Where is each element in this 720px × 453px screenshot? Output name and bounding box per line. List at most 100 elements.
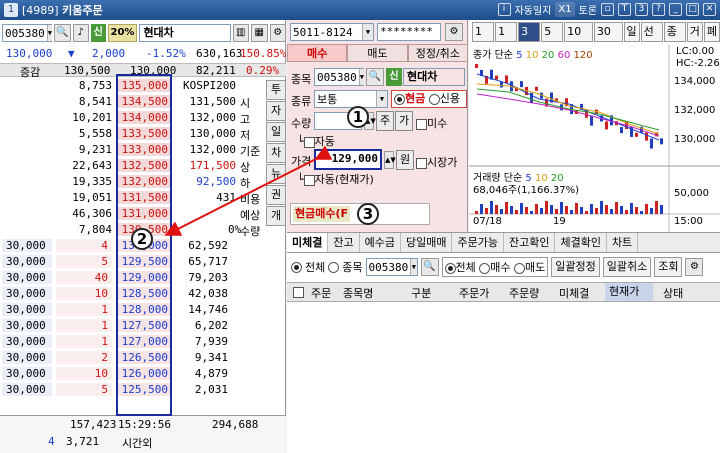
chart-interval-button[interactable]: 종1: [663, 22, 686, 56]
price-summary: 130,000 ▼ 2,000 -1.52% 630,163 150.85%: [0, 46, 286, 62]
window-icon[interactable]: ▫: [601, 3, 614, 16]
bottom-tab[interactable]: 주문가능: [452, 233, 504, 252]
settings-icon[interactable]: ⚙: [445, 23, 463, 41]
volume-bar: [510, 206, 513, 214]
settings-icon[interactable]: ⚙: [269, 24, 287, 42]
three-button[interactable]: 3: [635, 3, 648, 16]
bid-mod-qty: 2: [56, 351, 112, 364]
bulk-modify-button[interactable]: 일괄정정: [551, 257, 600, 277]
hc-label: HC:-2.26: [676, 58, 720, 69]
misu-checkbox[interactable]: [416, 118, 427, 130]
info-icon[interactable]: i: [497, 3, 511, 16]
settings-icon[interactable]: ⚙: [685, 258, 704, 276]
candle: [660, 138, 663, 145]
candle: [605, 121, 608, 130]
bottom-tab[interactable]: 체결확인: [555, 233, 607, 252]
speaker-icon[interactable]: ♪: [72, 24, 89, 42]
market-checkbox[interactable]: [416, 157, 427, 169]
x1-button[interactable]: X1: [555, 2, 575, 17]
auto-checkbox[interactable]: [303, 136, 315, 148]
buy-radio[interactable]: [479, 262, 491, 274]
filter-code-combo[interactable]: 005380 ▼: [365, 258, 418, 276]
col-type: 구분: [411, 287, 432, 300]
volume-bar: [495, 205, 498, 214]
side-tab[interactable]: 투: [266, 80, 286, 100]
chart-interval-button[interactable]: 1틱: [472, 22, 495, 56]
price-unit-button[interactable]: 원: [396, 150, 414, 170]
side-tab[interactable]: 개: [266, 206, 286, 226]
tab-modify[interactable]: 정정/취소: [407, 44, 468, 62]
chart-tool-button[interactable]: 폐: [703, 22, 720, 42]
all2-radio[interactable]: [444, 262, 456, 274]
all-radio[interactable]: [291, 261, 302, 273]
chart-tool-button[interactable]: 거: [686, 22, 703, 42]
bottom-tab[interactable]: 예수금: [360, 233, 401, 252]
price-input[interactable]: 129,000: [314, 149, 382, 170]
order-code-combo[interactable]: 005380 ▼: [314, 68, 364, 86]
volume-bar: [545, 201, 548, 214]
chart-interval-button[interactable]: 3분: [518, 22, 541, 56]
bulk-cancel-button[interactable]: 일괄취소: [602, 257, 652, 277]
select-all-checkbox[interactable]: [293, 287, 304, 298]
minimize-icon[interactable]: _: [669, 3, 682, 16]
change-rate: -1.52%: [146, 47, 186, 60]
down-arrow-icon: ▼: [68, 47, 75, 60]
chart-icon[interactable]: ▥: [232, 24, 250, 42]
col-status: 상태: [663, 287, 684, 300]
side-tab[interactable]: 권: [266, 185, 286, 205]
qty-available-button[interactable]: 가: [395, 111, 413, 131]
t-button[interactable]: T: [618, 3, 631, 16]
info-label: 하: [240, 177, 251, 190]
order-type-combo[interactable]: 보통 ▼: [314, 90, 388, 108]
credit-radio[interactable]: [428, 93, 440, 105]
tab-buy[interactable]: 매수: [287, 44, 348, 62]
orderbook-footer: 157,423 15:29:56 294,688 4 3,721 시간외: [0, 415, 286, 453]
ask-qty: 8,753: [78, 79, 112, 92]
stock-radio[interactable]: [328, 261, 340, 273]
toron-link[interactable]: 토론: [579, 2, 597, 17]
bid-left-value: 30,000: [2, 335, 52, 348]
grid-icon[interactable]: ▦: [251, 24, 268, 42]
tab-sell[interactable]: 매도: [347, 44, 408, 62]
search-icon[interactable]: 🔍: [420, 258, 439, 276]
chart-interval-button[interactable]: 5분: [541, 22, 564, 56]
bottom-tab[interactable]: 잔고: [328, 233, 360, 252]
maximize-icon[interactable]: □: [686, 3, 699, 16]
password-field[interactable]: ********: [377, 23, 441, 41]
bottom-tab[interactable]: 차트: [607, 233, 639, 252]
marker-2: 2: [131, 228, 153, 250]
search-icon[interactable]: 🔍: [54, 24, 71, 42]
bottom-tab[interactable]: 당일매매: [401, 233, 453, 252]
close-icon[interactable]: ✕: [703, 3, 716, 16]
chart-interval-button[interactable]: 1분: [495, 22, 518, 56]
cash-buy-button[interactable]: 현금매수(F: [293, 206, 351, 222]
sell-radio[interactable]: [514, 262, 525, 274]
journal-link[interactable]: 자동일지: [515, 2, 552, 17]
side-tab[interactable]: 자: [266, 101, 286, 121]
app-icon[interactable]: 1: [4, 3, 18, 17]
credit-label: 신용: [439, 92, 460, 105]
chart-interval-button[interactable]: 30분: [593, 22, 623, 56]
chart-interval-button[interactable]: 선1: [640, 22, 663, 56]
qty-shares-button[interactable]: 주: [376, 111, 394, 131]
stock-code-combo[interactable]: 005380 ▼: [2, 24, 52, 42]
help-button[interactable]: ?: [652, 3, 665, 16]
side-tab[interactable]: 일: [266, 122, 286, 142]
auto-price-checkbox[interactable]: [303, 174, 315, 186]
cash-radio[interactable]: [394, 93, 405, 105]
volume-bar: [490, 201, 493, 214]
bottom-tab[interactable]: 미체결: [287, 233, 329, 252]
search-icon[interactable]: 🔍: [366, 68, 384, 86]
account-combo[interactable]: 5011-8124 ▼: [290, 23, 374, 41]
chevron-down-icon[interactable]: ▼: [46, 25, 52, 41]
chart-interval-button[interactable]: 일: [623, 22, 640, 42]
price-stepper[interactable]: ▲▼: [384, 151, 396, 169]
side-tab[interactable]: 차: [266, 143, 286, 163]
bid-total: 294,688: [212, 418, 259, 431]
side-tab[interactable]: 뉴: [266, 164, 286, 184]
current-price: 130,000: [6, 47, 53, 60]
query-button[interactable]: 조회: [654, 257, 683, 277]
candle: [505, 75, 508, 84]
bottom-tab[interactable]: 잔고확인: [504, 233, 556, 252]
chart-interval-button[interactable]: 10분: [564, 22, 593, 56]
